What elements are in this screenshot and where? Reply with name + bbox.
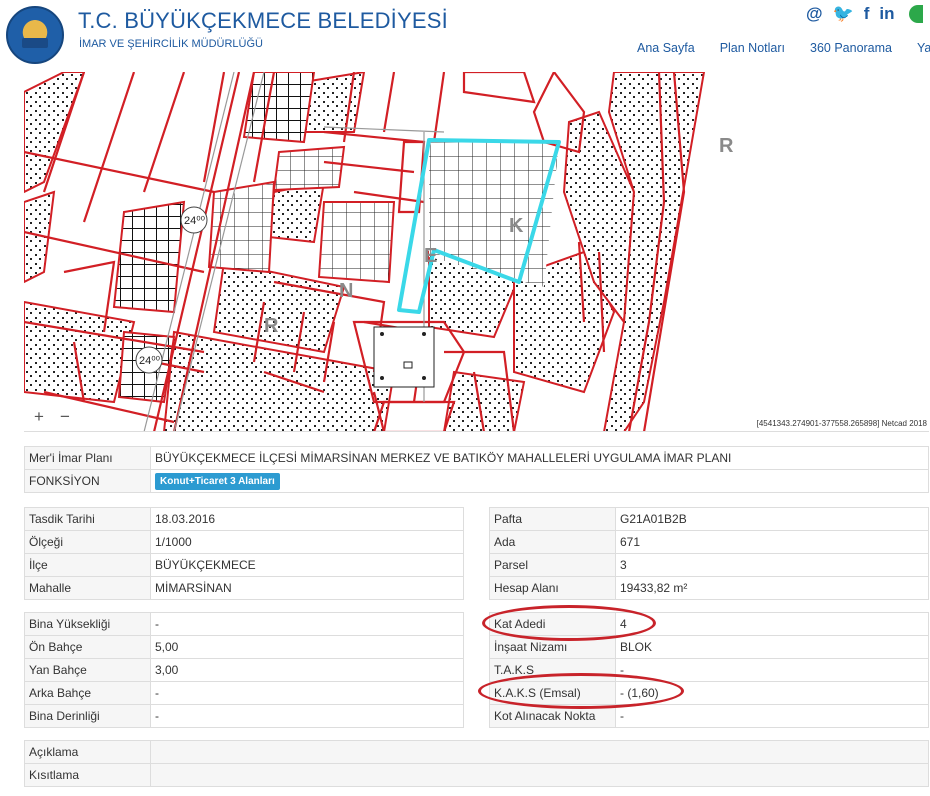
annotation-ellipse-floors xyxy=(482,605,656,641)
parcel-label: Parsel xyxy=(489,553,616,577)
nav-360-panorama[interactable]: 360 Panorama xyxy=(810,41,892,55)
nav-more[interactable]: Yazd xyxy=(917,41,930,55)
side-yard-label: Yan Bahçe xyxy=(24,658,151,682)
plan-value: BÜYÜKÇEKMECE İLÇESİ MİMARSİNAN MERKEZ VE… xyxy=(150,446,929,470)
location-table: Tasdik Tarihi 18.03.2016 Ölçeği 1/1000 İlç… xyxy=(24,507,464,600)
front-yard-value: 5,00 xyxy=(150,635,464,659)
approval-date-value: 18.03.2016 xyxy=(150,507,464,531)
social-links: @ 🐦 f in xyxy=(806,4,923,24)
nav-home[interactable]: Ana Sayfa xyxy=(637,41,695,55)
table-row: Mer'i İmar Planı BÜYÜKÇEKMECE İLÇESİ MİM… xyxy=(24,446,929,470)
table-row: İlçe BÜYÜKÇEKMECE xyxy=(24,553,464,577)
table-row: Ön Bahçe 5,00 xyxy=(24,635,464,659)
rear-yard-label: Arka Bahçe xyxy=(24,681,151,705)
map-coordinates: [4541343.274901-377558.265898] Netcad 20… xyxy=(756,419,927,428)
approval-date-label: Tasdik Tarihi xyxy=(24,507,151,531)
parcel-table: Pafta G21A01B2B Ada 671 Parsel 3 Hesap Alan… xyxy=(489,507,929,600)
side-yard-value: 3,00 xyxy=(150,658,464,682)
building-height-value: - xyxy=(150,612,464,636)
annotation-ellipse-kaks xyxy=(478,673,684,709)
civic-building xyxy=(373,326,435,388)
sheet-label: Pafta xyxy=(489,507,616,531)
parcel-value: 3 xyxy=(615,553,929,577)
function-label: FONKSİYON xyxy=(24,469,151,493)
table-row: Parsel 3 xyxy=(489,553,929,577)
function-badge[interactable]: Konut+Ticaret 3 Alanları xyxy=(155,472,280,490)
neighborhood-value: MİMARSİNAN xyxy=(150,576,464,600)
map-zoom-controls: + − xyxy=(34,407,70,427)
table-row: Kısıtlama xyxy=(24,763,929,787)
site-title[interactable]: T.C. BÜYÜKÇEKMECE BELEDİYESİ xyxy=(78,8,448,34)
table-row: Açıklama xyxy=(24,740,929,764)
district-value: BÜYÜKÇEKMECE xyxy=(150,553,464,577)
table-row: Ölçeği 1/1000 xyxy=(24,530,464,554)
building-height-label: Bina Yüksekliği xyxy=(24,612,151,636)
area-value: 19433,82 m² xyxy=(615,576,929,600)
map-letter-1: R xyxy=(719,135,734,157)
twitter-icon[interactable]: 🐦 xyxy=(833,4,854,24)
table-row: Bina Yüksekliği - xyxy=(24,612,464,636)
neighborhood-label: Mahalle xyxy=(24,576,151,600)
zoom-out-button[interactable]: − xyxy=(60,407,70,427)
table-row: Ada 671 xyxy=(489,530,929,554)
map-letter-5: K xyxy=(509,215,524,237)
map-letter-2: R xyxy=(264,315,279,337)
area-label: Hesap Alanı xyxy=(489,576,616,600)
map-canvas[interactable]: 24⁰⁰ 24⁰⁰ R R N E K xyxy=(24,72,929,432)
description-value xyxy=(150,740,929,764)
taks-value: - xyxy=(615,658,929,682)
table-row: Mahalle MİMARSİNAN xyxy=(24,576,464,600)
zoom-in-button[interactable]: + xyxy=(34,407,44,427)
svg-text:24⁰⁰: 24⁰⁰ xyxy=(139,355,161,367)
sheet-value: G21A01B2B xyxy=(615,507,929,531)
municipality-logo[interactable] xyxy=(6,6,64,64)
nav-plan-notes[interactable]: Plan Notları xyxy=(720,41,785,55)
main-nav: Ana Sayfa Plan Notları 360 Panorama Yazd xyxy=(637,41,930,55)
table-row: Pafta G21A01B2B xyxy=(489,507,929,531)
rear-yard-value: - xyxy=(150,681,464,705)
email-icon[interactable]: @ xyxy=(806,4,823,24)
setback-table: Bina Yüksekliği - Ön Bahçe 5,00 Yan Bahçe 3… xyxy=(24,612,464,728)
facebook-icon[interactable]: f xyxy=(864,4,870,24)
block-label: Ada xyxy=(489,530,616,554)
elevation-point-value: - xyxy=(615,704,929,728)
plan-info-table: Mer'i İmar Planı BÜYÜKÇEKMECE İLÇESİ MİM… xyxy=(24,446,929,493)
building-depth-label: Bina Derinliği xyxy=(24,704,151,728)
table-row: FONKSİYON Konut+Ticaret 3 Alanları xyxy=(24,469,929,493)
table-row: Yan Bahçe 3,00 xyxy=(24,658,464,682)
table-row: Bina Derinliği - xyxy=(24,704,464,728)
table-row: Arka Bahçe - xyxy=(24,681,464,705)
svg-text:24⁰⁰: 24⁰⁰ xyxy=(184,215,206,227)
district-label: İlçe xyxy=(24,553,151,577)
front-yard-label: Ön Bahçe xyxy=(24,635,151,659)
map-letter-4: E xyxy=(424,245,437,267)
table-row: Hesap Alanı 19433,82 m² xyxy=(489,576,929,600)
function-cell: Konut+Ticaret 3 Alanları xyxy=(150,469,929,493)
table-row: Tasdik Tarihi 18.03.2016 xyxy=(24,507,464,531)
linkedin-icon[interactable]: in xyxy=(879,4,894,24)
notes-table: Açıklama Kısıtlama xyxy=(24,740,929,787)
building-depth-value: - xyxy=(150,704,464,728)
map-letter-3: N xyxy=(339,280,353,302)
construction-order-value: BLOK xyxy=(615,635,929,659)
scale-label: Ölçeği xyxy=(24,530,151,554)
site-header: T.C. BÜYÜKÇEKMECE BELEDİYESİ İMAR VE ŞEH… xyxy=(0,0,930,72)
restriction-label: Kısıtlama xyxy=(24,763,151,787)
plan-label: Mer'i İmar Planı xyxy=(24,446,151,470)
description-label: Açıklama xyxy=(24,740,151,764)
scale-value: 1/1000 xyxy=(150,530,464,554)
block-value: 671 xyxy=(615,530,929,554)
whatsapp-icon[interactable] xyxy=(908,5,923,23)
zoning-map[interactable]: 24⁰⁰ 24⁰⁰ R R N E K + − [4541343.274901-… xyxy=(24,72,929,432)
floor-count-value: 4 xyxy=(615,612,929,636)
site-subtitle: İMAR VE ŞEHİRCİLİK MÜDÜRLÜĞÜ xyxy=(79,38,263,50)
restriction-value xyxy=(150,763,929,787)
